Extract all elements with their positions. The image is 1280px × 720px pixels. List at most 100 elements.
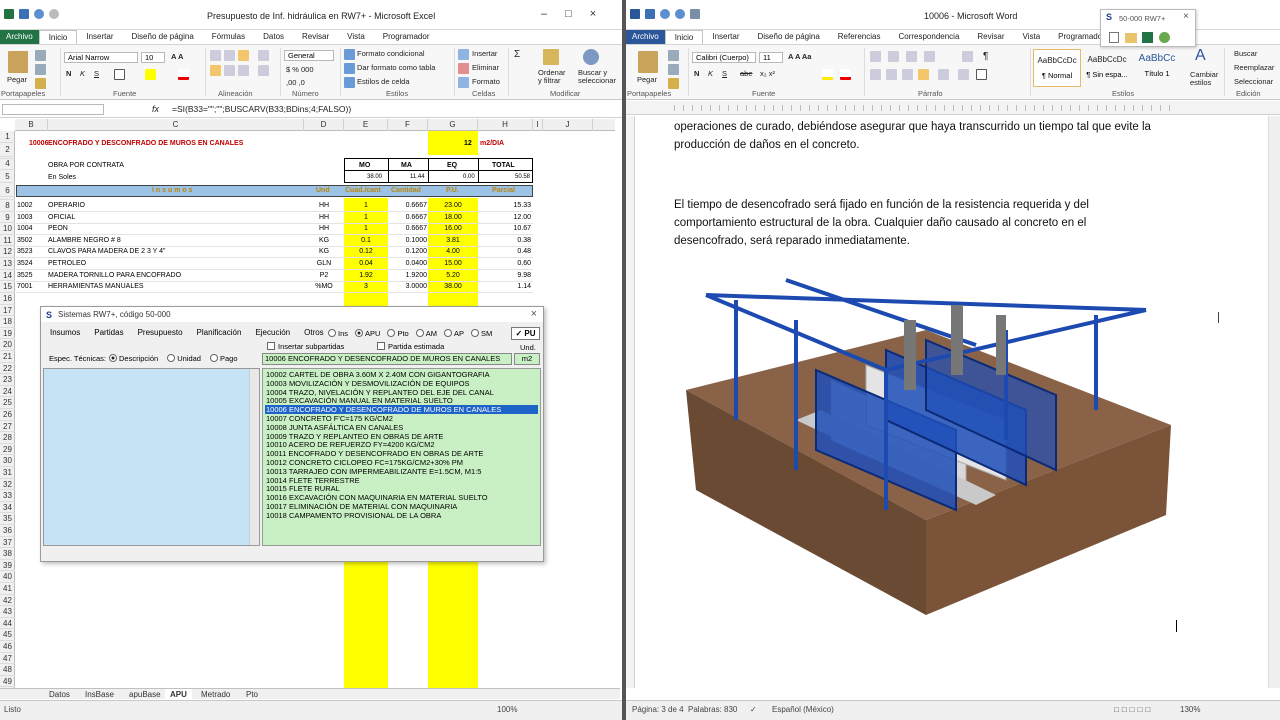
- copy-icon[interactable]: [668, 64, 679, 75]
- wrap-text-icon[interactable]: [258, 50, 269, 61]
- excel-app-icon[interactable]: [4, 9, 14, 19]
- cell-code[interactable]: 3524: [17, 258, 33, 269]
- cell-desc[interactable]: OFICIAL: [48, 212, 75, 223]
- partida-list-item[interactable]: 10009 TRAZO Y REPLANTEO EN OBRAS DE ARTE: [265, 432, 538, 441]
- tab-referencias[interactable]: Referencias: [829, 30, 890, 44]
- cell-code[interactable]: 3525: [17, 270, 33, 281]
- cell-cuad[interactable]: 3: [345, 281, 387, 292]
- en-soles-label[interactable]: En Soles: [48, 172, 76, 183]
- tab-vista[interactable]: Vista: [338, 30, 374, 44]
- tab-inicio[interactable]: Inicio: [38, 30, 78, 44]
- partida-list-item[interactable]: 10007 CONCRETO F'C=175 KG/CM2: [265, 414, 538, 423]
- tools-icon[interactable]: [1159, 32, 1170, 43]
- cell-desc[interactable]: HERRAMIENTAS MANUALES: [48, 281, 144, 292]
- cell-pu[interactable]: 4.00: [429, 246, 477, 257]
- replace-button[interactable]: Reemplazar: [1234, 63, 1274, 72]
- word-zoom[interactable]: 130%: [1180, 705, 1200, 714]
- row-header[interactable]: 12: [0, 246, 15, 258]
- row-header[interactable]: 42: [0, 595, 15, 607]
- italic-icon[interactable]: K: [80, 69, 85, 78]
- justify-icon[interactable]: [918, 69, 929, 80]
- pu-button[interactable]: ✓ PU: [511, 327, 540, 340]
- tab-datos[interactable]: Datos: [254, 30, 293, 44]
- selected-und-field[interactable]: m2: [514, 353, 540, 365]
- row-header[interactable]: 25: [0, 397, 15, 409]
- radio-apu[interactable]: APU: [355, 329, 380, 338]
- change-styles-button[interactable]: Cambiar estilos: [1190, 71, 1220, 87]
- row-header[interactable]: 39: [0, 560, 15, 572]
- borders-icon[interactable]: [114, 69, 125, 80]
- radio-am[interactable]: AM: [415, 329, 437, 338]
- tab-diseno-pagina[interactable]: Diseño de página: [749, 30, 829, 44]
- row-header[interactable]: 32: [0, 479, 15, 491]
- grow-font-icon[interactable]: A A Aa: [788, 52, 811, 61]
- estimada-checkbox[interactable]: Partida estimada: [377, 342, 444, 351]
- insert-cells-button[interactable]: Insertar: [472, 49, 497, 58]
- row-header[interactable]: 37: [0, 537, 15, 549]
- column-header-j[interactable]: J: [543, 119, 593, 131]
- cut-icon[interactable]: [35, 50, 46, 61]
- paste-icon[interactable]: [638, 51, 658, 73]
- cell-und[interactable]: %MO: [305, 281, 343, 292]
- cell-cant[interactable]: 0.1200: [389, 246, 427, 257]
- apu-rendimiento-unit[interactable]: m2/DIA: [480, 138, 504, 149]
- cell-und[interactable]: GLN: [305, 258, 343, 269]
- total-value[interactable]: 50.58: [515, 172, 530, 183]
- sort-filter-button[interactable]: Ordenar y filtrar: [538, 69, 570, 85]
- cell-cuad[interactable]: 1: [345, 212, 387, 223]
- pu-header[interactable]: P.U.: [446, 185, 459, 196]
- spellcheck-icon[interactable]: ✓: [750, 705, 757, 714]
- tab-revisar[interactable]: Revisar: [968, 30, 1013, 44]
- cell-cuad[interactable]: 1: [345, 200, 387, 211]
- menu-insumos[interactable]: Insumos: [50, 328, 80, 337]
- dialog-close-icon[interactable]: ×: [531, 308, 537, 320]
- cell-pu[interactable]: 3.81: [429, 235, 477, 246]
- menu-ejecucion[interactable]: Ejecución: [255, 328, 290, 337]
- cell-und[interactable]: HH: [305, 223, 343, 234]
- partida-list-item[interactable]: 10013 TARRAJEO CON IMPERMEABILIZANTE E=1…: [265, 467, 538, 476]
- align-middle-icon[interactable]: [224, 50, 235, 61]
- bold-icon[interactable]: N: [694, 69, 699, 78]
- row-header[interactable]: 22: [0, 363, 15, 375]
- apu-rendimiento[interactable]: 12: [464, 138, 472, 149]
- select-button[interactable]: Seleccionar: [1234, 77, 1273, 86]
- line-spacing-icon[interactable]: [938, 69, 949, 80]
- cell-und[interactable]: KG: [305, 235, 343, 246]
- shading-icon[interactable]: [958, 69, 969, 80]
- style-titulo-1[interactable]: AaBbCc Título 1: [1133, 49, 1181, 87]
- row-header[interactable]: 29: [0, 444, 15, 456]
- bold-icon[interactable]: N: [66, 69, 71, 78]
- change-styles-icon[interactable]: A: [1195, 47, 1206, 65]
- row-header[interactable]: 36: [0, 525, 15, 537]
- table-format-button[interactable]: Dar formato como tabla: [357, 63, 435, 72]
- redo-icon[interactable]: [49, 9, 59, 19]
- row-header[interactable]: 33: [0, 490, 15, 502]
- toolbar-close-icon[interactable]: ×: [1183, 11, 1189, 22]
- row-header[interactable]: 47: [0, 653, 15, 665]
- bullets-icon[interactable]: [870, 51, 881, 62]
- decimal-icon[interactable]: ,00 ,0: [286, 78, 305, 87]
- conditional-format-button[interactable]: Formato condicional: [357, 49, 425, 58]
- paste-icon[interactable]: [8, 51, 28, 73]
- redo-icon[interactable]: [675, 9, 685, 19]
- row-header[interactable]: 24: [0, 386, 15, 398]
- radio-pago[interactable]: Pago: [209, 354, 238, 363]
- tab-insertar[interactable]: Insertar: [77, 30, 122, 44]
- find-select-button[interactable]: Buscar y seleccionar: [578, 69, 618, 85]
- row-header[interactable]: 14: [0, 270, 15, 282]
- radio-unidad[interactable]: Unidad: [167, 354, 201, 363]
- tab-archivo[interactable]: Archivo: [626, 30, 665, 44]
- tab-revisar[interactable]: Revisar: [293, 30, 338, 44]
- font-size-box[interactable]: 10: [141, 52, 165, 63]
- cell-cant[interactable]: 0.6667: [389, 223, 427, 234]
- save-icon[interactable]: [19, 9, 29, 19]
- name-box[interactable]: [2, 104, 104, 115]
- save-icon[interactable]: [645, 9, 655, 19]
- partida-list-item[interactable]: 10002 CARTEL DE OBRA 3.60M X 2.40M CON G…: [265, 370, 538, 379]
- subpartidas-checkbox[interactable]: Insertar subpartidas: [267, 342, 344, 351]
- font-name-box[interactable]: Arial Narrow: [64, 52, 138, 63]
- row-header[interactable]: 41: [0, 583, 15, 595]
- partidas-list[interactable]: 10002 CARTEL DE OBRA 3.60M X 2.40M CON G…: [262, 368, 541, 546]
- align-left-icon[interactable]: [210, 65, 221, 76]
- border-icon[interactable]: [976, 69, 987, 80]
